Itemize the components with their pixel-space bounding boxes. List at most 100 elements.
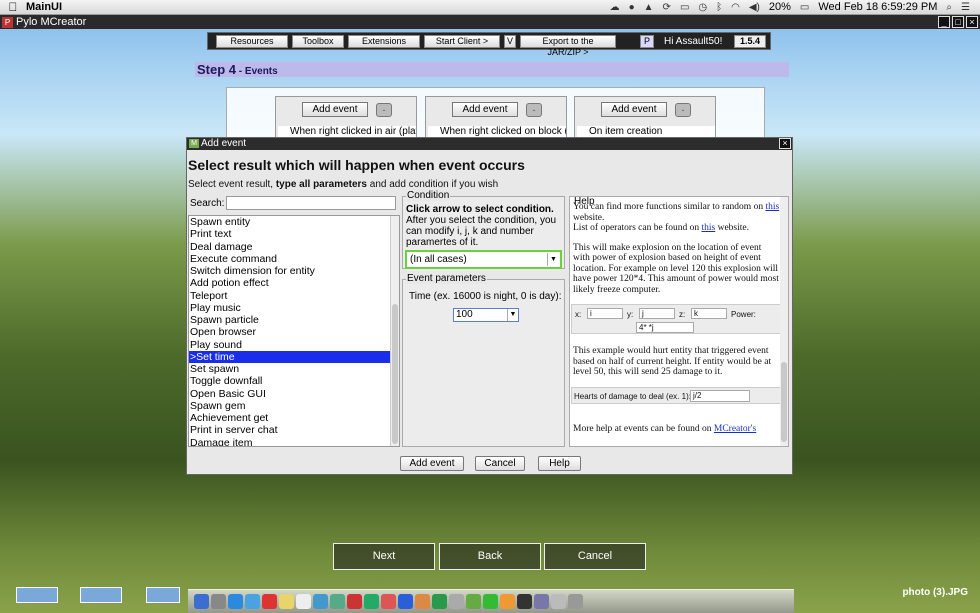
calendar-icon[interactable] xyxy=(262,594,277,609)
list-item[interactable]: Spawn entity xyxy=(189,216,391,228)
cloud-icon[interactable]: ☁ xyxy=(610,2,620,13)
list-item[interactable]: Switch dimension for entity xyxy=(189,265,391,277)
list-scroll-thumb[interactable] xyxy=(392,304,398,444)
spotify-icon[interactable] xyxy=(483,594,498,609)
export-button[interactable]: Export to the JAR/ZIP > xyxy=(520,34,616,57)
facetime-icon[interactable] xyxy=(330,594,345,609)
functions-link[interactable]: this xyxy=(765,202,779,212)
preview-icon[interactable] xyxy=(449,594,464,609)
event-result-list[interactable]: Spawn entity Print text Deal damage Execute… xyxy=(188,215,400,447)
list-item[interactable]: Set spawn xyxy=(189,363,391,375)
reminders-icon[interactable] xyxy=(296,594,311,609)
list-item[interactable]: Teleport xyxy=(189,290,391,302)
time-machine-icon[interactable]: ◷ xyxy=(698,2,707,13)
list-item[interactable]: Print in server chat xyxy=(189,424,391,436)
terminal-icon[interactable] xyxy=(517,594,532,609)
list-item[interactable]: Print text xyxy=(189,228,391,240)
help-button[interactable]: Help xyxy=(538,456,581,471)
notes-icon[interactable] xyxy=(279,594,294,609)
dialog-close-button[interactable]: × xyxy=(779,138,791,149)
minecraft-icon[interactable] xyxy=(466,594,481,609)
time-input[interactable]: 100 ▼ xyxy=(453,308,519,322)
desktop-thumbnail[interactable] xyxy=(16,587,58,603)
remove-event-icon[interactable]: - xyxy=(376,103,392,117)
chevron-down-icon[interactable]: ▼ xyxy=(507,309,518,321)
add-event-confirm-button[interactable]: Add event xyxy=(400,456,464,471)
list-item[interactable]: Spawn particle xyxy=(189,314,391,326)
wizard-cancel-button[interactable]: Cancel xyxy=(544,543,646,570)
desktop-thumbnail[interactable] xyxy=(80,587,122,603)
notification-list-icon[interactable]: ☰ xyxy=(961,2,970,13)
trash-icon[interactable] xyxy=(568,594,583,609)
add-event-button[interactable]: Add event xyxy=(601,102,667,117)
list-item[interactable]: >Set time xyxy=(189,350,391,363)
safari-icon[interactable] xyxy=(228,594,243,609)
list-item[interactable]: Open browser xyxy=(189,326,391,338)
volume-icon[interactable]: ◀) xyxy=(749,2,760,13)
remove-event-icon[interactable]: - xyxy=(526,103,542,117)
launchpad-icon[interactable] xyxy=(211,594,226,609)
chevron-down-icon[interactable]: ▼ xyxy=(547,253,559,266)
help-scrollbar[interactable] xyxy=(780,197,788,446)
profile-icon[interactable]: P xyxy=(640,34,654,48)
list-scrollbar[interactable] xyxy=(390,216,399,446)
list-item[interactable]: Toggle downfall xyxy=(189,375,391,387)
mcreator-link[interactable]: MCreator's xyxy=(714,424,756,434)
display-icon[interactable]: ▭ xyxy=(680,2,689,13)
list-item[interactable]: Spawn gem xyxy=(189,400,391,412)
extensions-button[interactable]: Extensions xyxy=(348,34,420,48)
condition-select[interactable]: (In all cases) ▼ xyxy=(405,250,562,269)
share-icon[interactable]: ▲ xyxy=(644,2,654,13)
wifi-icon[interactable]: ◠ xyxy=(731,2,740,13)
list-item[interactable]: Add potion effect xyxy=(189,277,391,289)
list-item[interactable]: Damage item xyxy=(189,437,391,447)
system-preferences-icon[interactable] xyxy=(534,594,549,609)
list-item[interactable]: Play sound xyxy=(189,339,391,351)
apple-menu-icon[interactable]:  xyxy=(0,0,26,14)
list-item[interactable]: Achievement get xyxy=(189,412,391,424)
word-icon[interactable] xyxy=(398,594,413,609)
remove-event-icon[interactable]: - xyxy=(675,103,691,117)
clock[interactable]: Wed Feb 18 6:59:29 PM xyxy=(818,1,937,13)
excel-icon[interactable] xyxy=(432,594,447,609)
add-event-button[interactable]: Add event xyxy=(452,102,518,117)
powerpoint-icon[interactable] xyxy=(415,594,430,609)
start-client-button[interactable]: Start Client > xyxy=(424,34,500,48)
app-store-icon[interactable] xyxy=(245,594,260,609)
list-item[interactable]: Execute command xyxy=(189,253,391,265)
dialog-app-icon: M xyxy=(189,139,199,148)
version-dropdown-button[interactable]: V xyxy=(504,34,516,48)
messages-icon[interactable] xyxy=(313,594,328,609)
dialog-title: Add event xyxy=(201,138,247,149)
app-name[interactable]: MainUI xyxy=(26,1,62,13)
next-button[interactable]: Next xyxy=(333,543,435,570)
minimize-icon[interactable]: _ xyxy=(938,16,950,28)
bluetooth-icon[interactable]: ᛒ xyxy=(716,2,722,13)
pylo-logo-icon: P xyxy=(2,16,13,28)
list-item[interactable]: Play music xyxy=(189,302,391,314)
chrome-icon[interactable] xyxy=(500,594,515,609)
toolbox-button[interactable]: Toolbox xyxy=(292,34,344,48)
resources-button[interactable]: Resources xyxy=(216,34,288,48)
add-event-button[interactable]: Add event xyxy=(302,102,368,117)
sync-icon[interactable]: ⟳ xyxy=(663,2,671,13)
maximize-icon[interactable]: □ xyxy=(952,16,964,28)
condition-instruction: Click arrow to select condition. xyxy=(406,204,554,215)
desktop-thumbnail[interactable] xyxy=(146,587,180,603)
downloads-stack-icon[interactable] xyxy=(551,594,566,609)
list-item[interactable]: Open Basic GUI xyxy=(189,388,391,400)
finder-icon[interactable] xyxy=(194,594,209,609)
photo-booth-icon[interactable] xyxy=(347,594,362,609)
itunes-icon[interactable] xyxy=(364,594,379,609)
user-icon[interactable]: ● xyxy=(629,2,635,13)
battery-icon[interactable]: ▭ xyxy=(800,2,809,13)
spotlight-search-icon[interactable]: ⌕ xyxy=(946,2,952,13)
close-window-icon[interactable]: × xyxy=(966,16,978,28)
operators-link[interactable]: this xyxy=(701,223,715,233)
list-item[interactable]: Deal damage xyxy=(189,241,391,253)
back-button[interactable]: Back xyxy=(439,543,541,570)
search-input[interactable] xyxy=(226,196,396,210)
help-scroll-thumb[interactable] xyxy=(781,362,787,442)
cancel-button[interactable]: Cancel xyxy=(475,456,525,471)
ibooks-icon[interactable] xyxy=(381,594,396,609)
